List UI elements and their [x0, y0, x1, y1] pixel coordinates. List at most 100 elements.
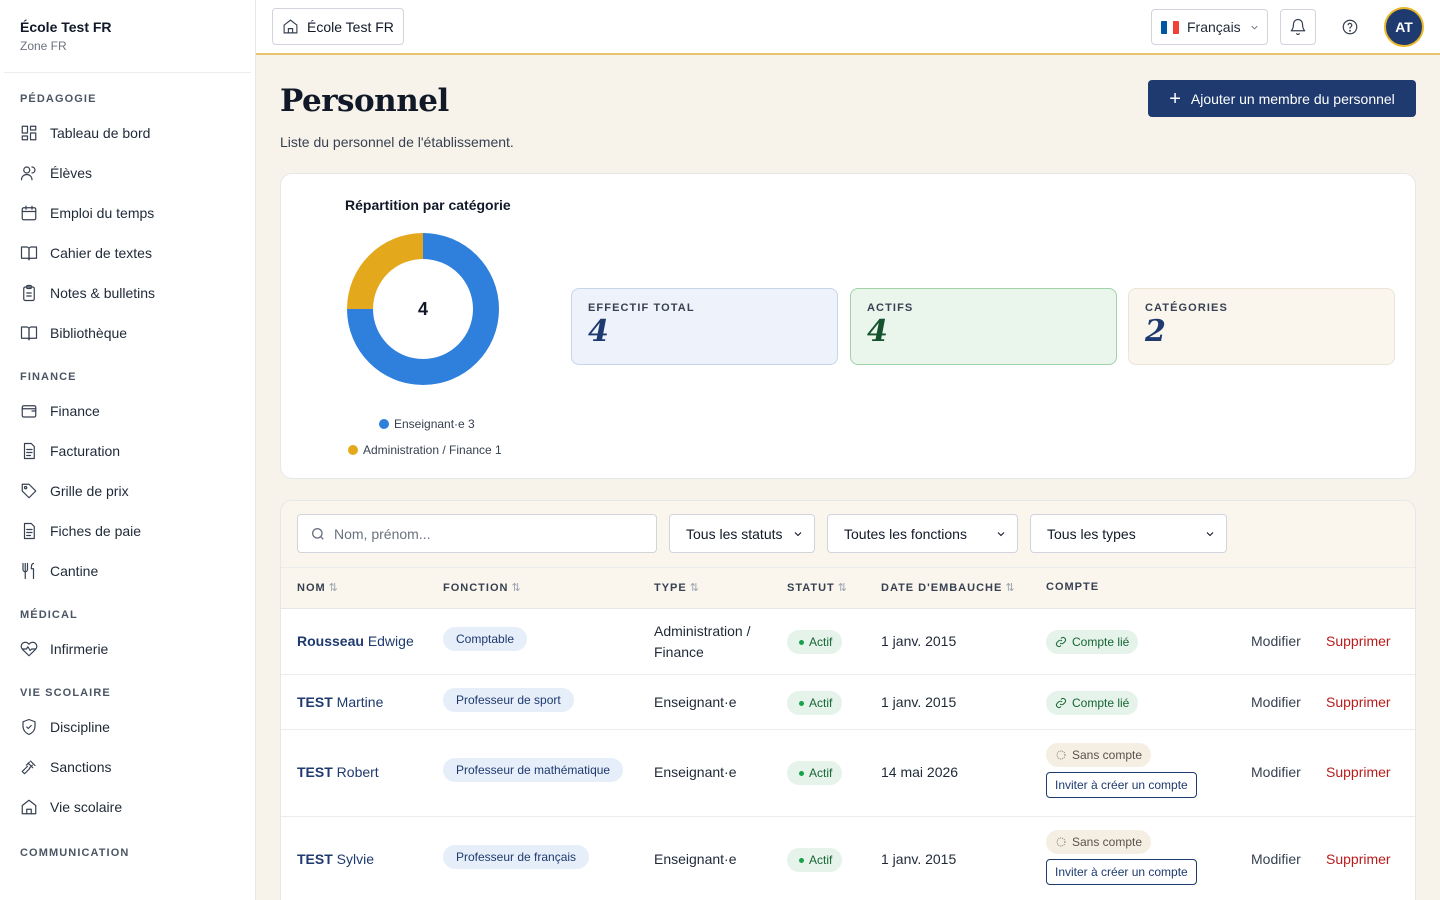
- clipboard-icon: [20, 284, 38, 302]
- column-label: Fonction: [443, 582, 509, 594]
- staff-name[interactable]: TEST Robert: [297, 764, 379, 780]
- sidebar-item-paie[interactable]: Fiches de paie: [0, 511, 255, 551]
- status-dot: [799, 770, 804, 776]
- school-switcher[interactable]: École Test FR: [272, 8, 404, 45]
- account-label: Sans compte: [1072, 835, 1143, 849]
- search-input[interactable]: [334, 525, 634, 542]
- sort-icon: ⇅: [511, 582, 521, 594]
- hire-date: 1 janv. 2015: [881, 633, 957, 649]
- search-icon: [312, 527, 324, 540]
- table-row: Rousseau Edwige Comptable Administration…: [281, 609, 1415, 675]
- type-cell: Enseignant·e: [654, 851, 737, 867]
- function-filter-value: Toutes les fonctions: [844, 525, 967, 542]
- nav-section-pedagogie: Pédagogie: [20, 93, 97, 105]
- school-icon: [283, 19, 298, 34]
- add-staff-button[interactable]: + Ajouter un membre du personnel: [1148, 80, 1416, 117]
- column-label: Statut: [787, 582, 835, 594]
- sidebar-item-facturation[interactable]: Facturation: [0, 431, 255, 471]
- donut-total: 4: [417, 298, 428, 319]
- account-label: Compte lié: [1072, 696, 1130, 710]
- sidebar-item-notes[interactable]: Notes & bulletins: [0, 273, 255, 313]
- payslip-icon: [20, 522, 38, 540]
- status-dot: [799, 857, 804, 863]
- sidebar-item-emploi[interactable]: Emploi du temps: [0, 193, 255, 233]
- language-select[interactable]: Français: [1151, 9, 1268, 45]
- help-button[interactable]: [1332, 9, 1368, 45]
- sidebar-item-bibliotheque[interactable]: Bibliothèque: [0, 313, 255, 353]
- type-cell: Enseignant·e: [654, 764, 737, 780]
- status-filter[interactable]: Tous les statuts: [669, 514, 815, 553]
- sidebar-item-vie-scolaire[interactable]: Vie scolaire: [0, 787, 255, 827]
- nav-section-finance: Finance: [20, 371, 77, 383]
- unlinked-icon: [1056, 837, 1066, 847]
- status-dot: [799, 700, 804, 706]
- column-header-date[interactable]: Date d'embauche ⇅: [881, 581, 1015, 594]
- sidebar-item-cantine[interactable]: Cantine: [0, 551, 255, 591]
- staff-name[interactable]: Rousseau Edwige: [297, 633, 414, 649]
- edit-button[interactable]: Modifier: [1251, 764, 1301, 780]
- avatar[interactable]: AT: [1384, 7, 1424, 47]
- tag-icon: [20, 482, 38, 500]
- sidebar-item-label: Grille de prix: [50, 483, 129, 499]
- edit-button[interactable]: Modifier: [1251, 851, 1301, 867]
- sort-icon: ⇅: [328, 582, 338, 594]
- calendar-icon: [20, 204, 38, 222]
- sidebar-item-label: Infirmerie: [50, 641, 109, 657]
- column-header-type[interactable]: Type ⇅: [654, 581, 699, 594]
- sidebar-item-label: Discipline: [50, 719, 110, 735]
- column-header-compte: Compte: [1046, 581, 1099, 593]
- school-switcher-label: École Test FR: [307, 18, 394, 35]
- sidebar-item-dashboard[interactable]: Tableau de bord: [0, 113, 255, 153]
- delete-button[interactable]: Supprimer: [1326, 764, 1391, 780]
- first-name: Martine: [336, 694, 384, 710]
- link-icon: [1056, 698, 1066, 708]
- delete-button[interactable]: Supprimer: [1326, 633, 1391, 649]
- account-badge: Sans compte: [1046, 830, 1152, 854]
- first-name: Sylvie: [336, 851, 375, 867]
- staff-name[interactable]: TEST Martine: [297, 694, 383, 710]
- status-badge: Actif: [787, 691, 843, 715]
- delete-button[interactable]: Supprimer: [1326, 694, 1391, 710]
- hire-date: 1 janv. 2015: [881, 851, 957, 867]
- type-cell: Enseignant·e: [654, 694, 737, 710]
- column-header-nom[interactable]: Nom ⇅: [297, 581, 338, 594]
- filter-bar: Tous les statuts Toutes les fonctions To…: [281, 501, 1415, 567]
- search-field[interactable]: [297, 514, 657, 553]
- invite-account-button[interactable]: Inviter à créer un compte: [1046, 859, 1197, 885]
- sidebar: École Test FR Zone FR Pédagogie Tableau …: [0, 0, 256, 900]
- delete-button[interactable]: Supprimer: [1326, 851, 1391, 867]
- sidebar-item-infirmerie[interactable]: Infirmerie: [0, 629, 255, 669]
- column-header-fonction[interactable]: Fonction ⇅: [443, 581, 521, 594]
- edit-button[interactable]: Modifier: [1251, 694, 1301, 710]
- sidebar-item-grille[interactable]: Grille de prix: [0, 471, 255, 511]
- help-icon: [1342, 19, 1358, 35]
- sidebar-item-label: Cahier de textes: [50, 245, 152, 261]
- function-filter[interactable]: Toutes les fonctions: [827, 514, 1018, 553]
- column-header-statut[interactable]: Statut ⇅: [787, 581, 847, 594]
- dashboard-icon: [20, 124, 38, 142]
- sidebar-item-cahier[interactable]: Cahier de textes: [0, 233, 255, 273]
- sidebar-item-finance[interactable]: Finance: [0, 391, 255, 431]
- notifications-button[interactable]: [1280, 9, 1316, 45]
- chevron-down-icon: [997, 531, 1005, 536]
- status-label: Actif: [809, 853, 833, 867]
- invite-account-button[interactable]: Inviter à créer un compte: [1046, 772, 1197, 798]
- legend-item-teachers: Enseignant·e 3: [379, 417, 475, 431]
- status-badge: Actif: [787, 761, 843, 785]
- school-zone: Zone FR: [20, 39, 67, 53]
- kpi-value: 4: [588, 314, 609, 349]
- school-name: École Test FR: [20, 19, 112, 35]
- sidebar-item-label: Facturation: [50, 443, 121, 459]
- legend-dot: [379, 419, 389, 429]
- status-label: Actif: [809, 766, 833, 780]
- sidebar-item-label: Tableau de bord: [50, 125, 151, 141]
- type-filter[interactable]: Tous les types: [1030, 514, 1227, 553]
- legend-label: Administration / Finance 1: [363, 443, 502, 457]
- sidebar-item-eleves[interactable]: Élèves: [0, 153, 255, 193]
- function-badge: Comptable: [443, 627, 528, 651]
- sidebar-item-label: Bibliothèque: [50, 325, 128, 341]
- staff-name[interactable]: TEST Sylvie: [297, 851, 374, 867]
- sidebar-item-sanctions[interactable]: Sanctions: [0, 747, 255, 787]
- edit-button[interactable]: Modifier: [1251, 633, 1301, 649]
- sidebar-item-discipline[interactable]: Discipline: [0, 707, 255, 747]
